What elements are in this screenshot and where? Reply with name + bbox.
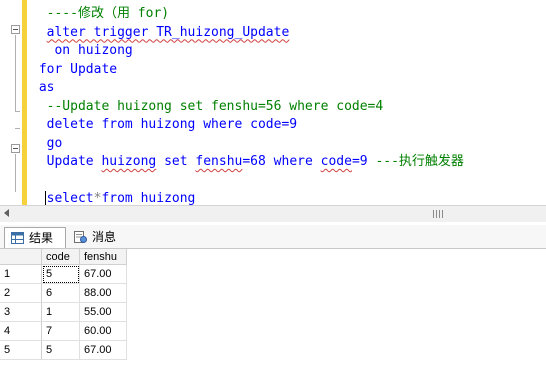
code-token: select xyxy=(46,191,94,205)
code-token: Update xyxy=(46,154,102,169)
cell-code[interactable]: 6 xyxy=(42,284,80,303)
fold-guide-line xyxy=(15,35,16,111)
change-tracking-bar xyxy=(22,0,27,205)
code-line[interactable]: ----修改（用 for) xyxy=(31,5,169,22)
collapse-icon[interactable] xyxy=(11,25,20,34)
column-header-fenshu[interactable]: fenshu xyxy=(80,249,127,265)
code-token: --Update huizong set fenshu=56 where cod… xyxy=(46,98,384,114)
row-number[interactable]: 2 xyxy=(0,284,42,303)
row-number[interactable]: 1 xyxy=(0,265,42,284)
cell-fenshu[interactable]: 67.00 xyxy=(80,341,127,360)
cell-fenshu[interactable]: 67.00 xyxy=(80,265,127,284)
code-token: on huizong xyxy=(54,43,133,58)
fold-end-marker xyxy=(15,111,20,112)
code-line[interactable]: --Update huizong set fenshu=56 where cod… xyxy=(31,98,384,115)
code-line[interactable]: alter trigger TR_huizong_Update xyxy=(31,24,290,41)
cell-fenshu[interactable]: 88.00 xyxy=(80,284,127,303)
message-icon xyxy=(74,231,87,243)
text-caret xyxy=(45,191,46,205)
cell-fenshu[interactable]: 60.00 xyxy=(80,322,127,341)
row-number[interactable]: 3 xyxy=(0,303,42,322)
fold-end-marker xyxy=(15,128,20,129)
editor-gutter xyxy=(0,0,23,205)
code-token: alter trigger TR_huizong_Update xyxy=(46,24,290,40)
code-token: delete from huizong where code=9 xyxy=(46,117,298,132)
row-number[interactable]: 4 xyxy=(0,322,42,341)
query-editor[interactable]: ----修改（用 for) alter trigger TR_huizong_U… xyxy=(0,0,546,205)
code-token: as xyxy=(38,80,55,95)
cell-code[interactable]: 5 xyxy=(42,265,80,284)
code-token: code xyxy=(320,154,352,169)
code-token: set xyxy=(156,154,196,169)
grid-icon xyxy=(11,232,24,244)
tab-results[interactable]: 结果 xyxy=(4,227,66,248)
code-line[interactable]: on huizong xyxy=(31,42,133,59)
row-number[interactable]: 5 xyxy=(0,341,42,360)
cell-fenshu[interactable]: 55.00 xyxy=(80,303,127,322)
code-line[interactable]: select*from huizong xyxy=(31,190,196,205)
code-line[interactable]: go xyxy=(31,135,63,152)
scrollbar-grip[interactable] xyxy=(433,210,443,218)
cell-code[interactable]: 7 xyxy=(42,322,80,341)
grid-corner[interactable] xyxy=(0,249,42,265)
code-line[interactable]: for Update xyxy=(31,61,117,78)
code-token: huizong xyxy=(101,154,157,169)
tab-messages-label: 消息 xyxy=(92,230,117,244)
code-token: =9 xyxy=(351,154,376,169)
results-tab-bar: 结果 消息 xyxy=(0,225,546,249)
code-token: fenshu xyxy=(195,154,243,169)
code-token: from xyxy=(101,191,141,205)
cell-code[interactable]: 1 xyxy=(42,303,80,322)
code-line[interactable]: as xyxy=(31,79,55,96)
arrow-left-icon[interactable] xyxy=(4,209,9,217)
code-token: ----修改（用 for) xyxy=(46,6,170,21)
fold-guide-line xyxy=(15,154,16,192)
collapse-icon[interactable] xyxy=(11,144,20,153)
tab-messages[interactable]: 消息 xyxy=(68,227,124,248)
tab-results-label: 结果 xyxy=(29,231,54,245)
code-token: ---执行触发器 xyxy=(375,154,464,169)
code-line[interactable]: delete from huizong where code=9 xyxy=(31,116,297,133)
results-grid[interactable]: code fenshu 1 5 67.00 2 6 88.00 3 1 55.00 4 7 60.00… xyxy=(0,249,546,373)
cell-code[interactable]: 5 xyxy=(42,341,80,360)
code-token: huizong xyxy=(140,191,196,205)
code-token: =68 where xyxy=(242,154,321,169)
horizontal-scrollbar[interactable] xyxy=(0,205,546,222)
column-header-code[interactable]: code xyxy=(42,249,80,265)
code-line[interactable]: Update huizong set fenshu=68 where code=… xyxy=(31,153,464,170)
code-token: for Update xyxy=(38,61,118,77)
code-token: go xyxy=(46,135,63,151)
